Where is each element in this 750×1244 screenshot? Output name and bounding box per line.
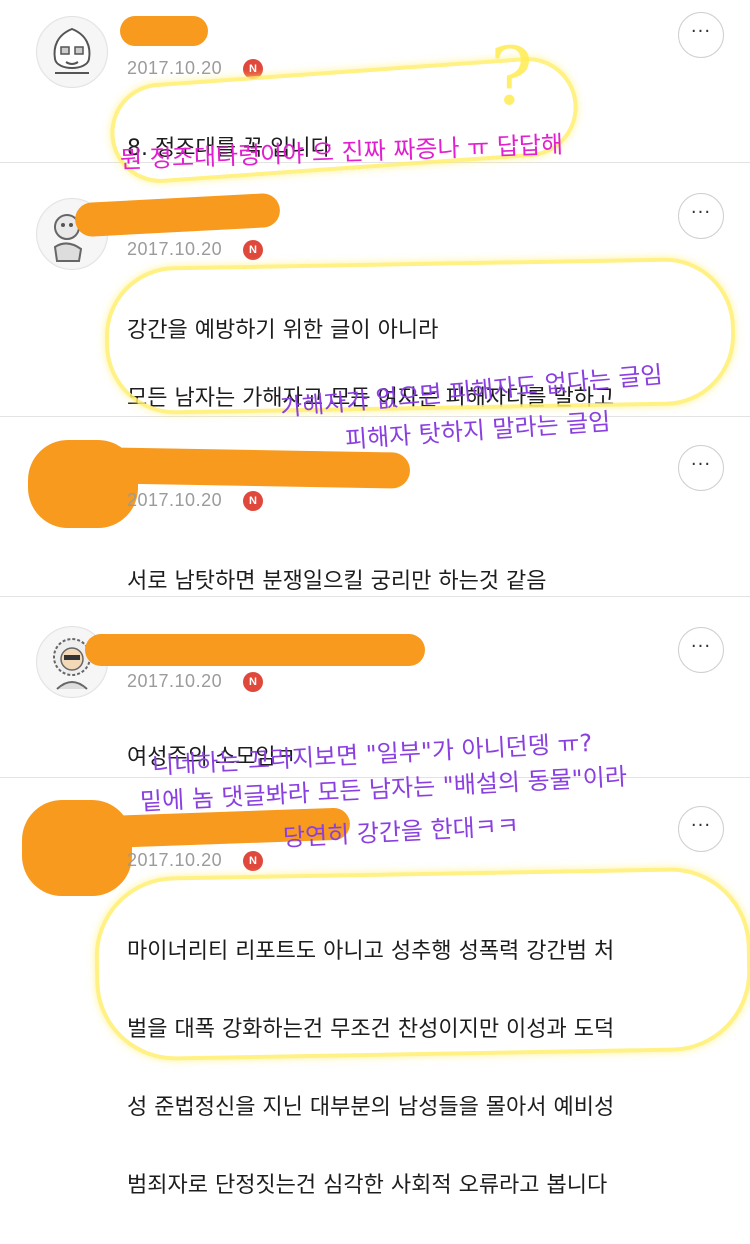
more-icon: ··· bbox=[690, 636, 712, 657]
avatar[interactable] bbox=[36, 16, 108, 88]
comment-line: 성 준법정신을 지닌 대부분의 남성들을 몰아서 예비성 bbox=[127, 1095, 615, 1120]
comment-line: 서로 남탓하면 분쟁일으킬 궁리만 하는것 같음 bbox=[127, 569, 547, 594]
highlight-ring bbox=[93, 866, 750, 1062]
comment-text: 서로 남탓하면 분쟁일으킬 궁리만 하는것 같음 bbox=[127, 531, 547, 633]
comment-date: 2017.10.20 bbox=[127, 239, 223, 259]
redacted-username bbox=[74, 192, 281, 238]
more-options-button[interactable]: ··· bbox=[678, 445, 724, 491]
comment-date: 2017.10.20 bbox=[127, 850, 223, 870]
new-badge: N bbox=[243, 240, 263, 260]
redacted-avatar-and-username bbox=[22, 800, 132, 896]
more-icon: ··· bbox=[690, 454, 712, 475]
redacted-username bbox=[120, 16, 208, 46]
new-badge: N bbox=[243, 491, 263, 511]
more-options-button[interactable]: ··· bbox=[678, 12, 724, 58]
more-icon: ··· bbox=[690, 21, 712, 42]
more-icon: ··· bbox=[690, 202, 712, 223]
divider bbox=[0, 596, 750, 597]
more-options-button[interactable]: ··· bbox=[678, 806, 724, 852]
more-icon: ··· bbox=[690, 815, 712, 836]
new-badge: N bbox=[243, 851, 263, 871]
comment-date: 2017.10.20 bbox=[127, 671, 223, 691]
comment-date: 2017.10.20 bbox=[127, 58, 223, 78]
user-avatar-icon bbox=[38, 18, 106, 86]
redacted-username bbox=[85, 634, 425, 666]
more-options-button[interactable]: ··· bbox=[678, 193, 724, 239]
comment-line: 범죄자로 단정짓는건 심각한 사회적 오류라고 봅니다 bbox=[127, 1173, 608, 1198]
question-mark-annotation: ? bbox=[490, 30, 533, 123]
comment-date: 2017.10.20 bbox=[127, 490, 223, 510]
new-badge: N bbox=[243, 672, 263, 692]
more-options-button[interactable]: ··· bbox=[678, 627, 724, 673]
